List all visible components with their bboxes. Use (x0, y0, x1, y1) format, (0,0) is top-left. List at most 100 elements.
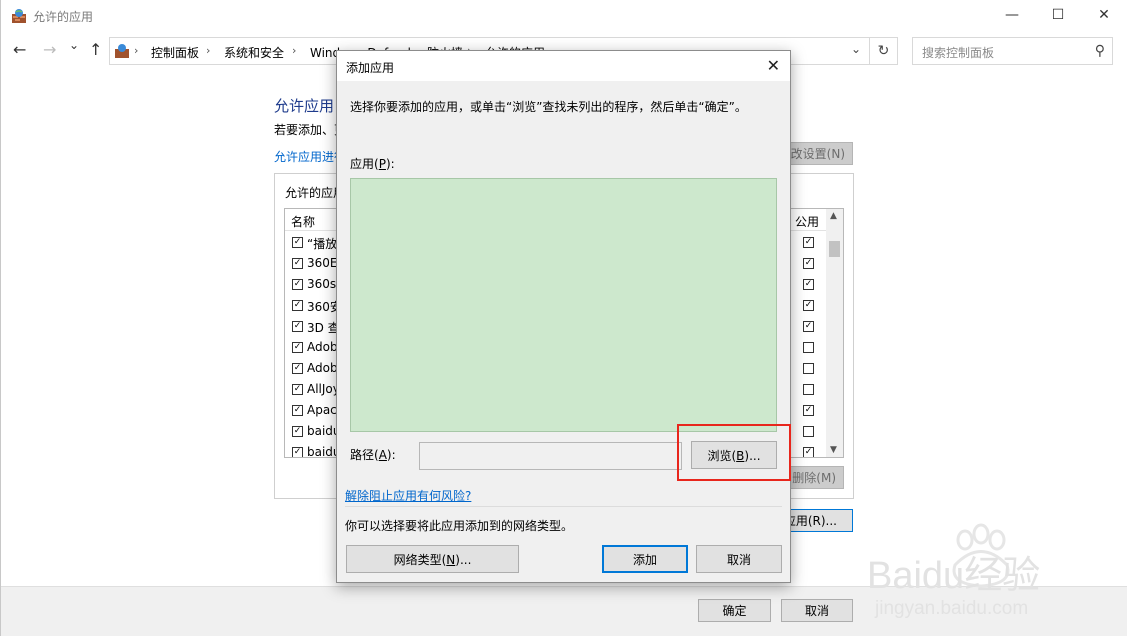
public-checkbox[interactable] (803, 384, 814, 395)
breadcrumb-system-security[interactable]: 系统和安全 (224, 44, 284, 61)
refresh-button[interactable]: ↻ (870, 37, 898, 65)
dialog-cancel-button[interactable]: 取消 (696, 545, 782, 573)
forward-arrow-icon: → (43, 40, 57, 59)
public-checkbox[interactable]: ✓ (803, 258, 814, 269)
chevron-down-icon: ⌄ (69, 38, 80, 52)
row-name: Adob (307, 340, 338, 354)
row-checkbox[interactable]: ✓ (292, 405, 303, 416)
apps-label: 应用(P): (350, 157, 395, 171)
search-box[interactable]: 搜索控制面板 ⚲ (912, 37, 1113, 65)
minimize-button[interactable]: — (989, 0, 1035, 30)
breadcrumb-separator-icon: › (292, 44, 297, 57)
path-label-text: 路径 (350, 448, 375, 462)
public-checkbox[interactable]: ✓ (803, 321, 814, 332)
network-type-label: 网络类型(N)... (393, 552, 472, 567)
control-panel-window: 允许的应用 — ☐ ✕ ← → ⌄ ↑ › 控制面板 › 系统和安全 › Win… (0, 0, 1127, 636)
firewall-app-icon (12, 9, 26, 23)
ok-label: 确定 (722, 604, 747, 618)
column-public[interactable]: 公用 (795, 213, 819, 230)
close-icon: ✕ (1098, 7, 1110, 23)
network-type-button[interactable]: 网络类型(N)... (346, 545, 519, 573)
baidu-watermark: Baidu经验 jingyan.baidu.com (863, 520, 1123, 632)
row-checkbox[interactable]: ✓ (292, 279, 303, 290)
row-checkbox[interactable]: ✓ (292, 384, 303, 395)
close-icon: ✕ (766, 56, 780, 75)
row-checkbox[interactable]: ✓ (292, 237, 303, 248)
allow-other-app-button[interactable]: 应用(R)... (781, 509, 853, 532)
row-name: 3D 查 (307, 321, 340, 335)
window-title: 允许的应用 (33, 10, 94, 24)
refresh-icon: ↻ (877, 43, 890, 59)
dialog-cancel-label: 取消 (726, 552, 751, 567)
public-checkbox[interactable] (803, 426, 814, 437)
public-checkbox[interactable]: ✓ (803, 405, 814, 416)
row-name: “播放 (307, 237, 338, 251)
row-name: AllJoy (307, 382, 340, 396)
path-label: 路径(A): (350, 448, 396, 462)
dialog-separator (345, 506, 782, 507)
list-scrollbar[interactable]: ▲ ▼ (826, 209, 843, 457)
public-checkbox[interactable]: ✓ (803, 300, 814, 311)
address-dropdown-icon[interactable]: ⌄ (851, 42, 861, 56)
apps-label-key: P (378, 157, 386, 171)
search-icon: ⚲ (1094, 43, 1105, 59)
add-button[interactable]: 添加 (602, 545, 688, 573)
network-type-label-text: 网络类型 (393, 552, 442, 567)
public-checkbox[interactable]: ✓ (803, 237, 814, 248)
row-checkbox[interactable]: ✓ (292, 342, 303, 353)
row-checkbox[interactable]: ✓ (292, 300, 303, 311)
maximize-button[interactable]: ☐ (1035, 0, 1081, 30)
public-checkbox[interactable] (803, 363, 814, 374)
back-button[interactable]: ← (13, 40, 26, 59)
search-placeholder: 搜索控制面板 (922, 46, 995, 60)
row-checkbox[interactable]: ✓ (292, 447, 303, 457)
public-checkbox[interactable]: ✓ (803, 447, 814, 457)
dialog-title-bar: 添加应用 ✕ (337, 51, 790, 81)
scroll-down-icon[interactable]: ▼ (830, 445, 837, 455)
ok-button[interactable]: 确定 (698, 599, 771, 622)
add-app-dialog: 添加应用 ✕ 选择你要添加的应用，或单击“浏览”查找未列出的程序，然后单击“确定… (336, 50, 791, 583)
allow-other-app-label: 应用(R)... (783, 514, 837, 528)
network-type-text: 你可以选择要将此应用添加到的网络类型。 (345, 519, 574, 533)
cancel-button[interactable]: 取消 (781, 599, 853, 622)
add-label: 添加 (632, 552, 657, 567)
apps-label-text: 应用 (350, 157, 375, 171)
back-arrow-icon: ← (13, 40, 27, 59)
row-checkbox[interactable]: ✓ (292, 258, 303, 269)
apps-listbox[interactable] (350, 178, 777, 432)
breadcrumb-separator-icon: › (134, 44, 139, 57)
minimize-icon: — (1005, 7, 1019, 23)
change-settings-label: 改设置(N) (790, 147, 845, 161)
column-name[interactable]: 名称 (291, 213, 315, 230)
recent-locations-button[interactable]: ⌄ (69, 38, 79, 52)
title-bar: 允许的应用 — ☐ ✕ (1, 0, 1127, 32)
row-checkbox[interactable]: ✓ (292, 321, 303, 332)
dialog-close-button[interactable]: ✕ (767, 56, 780, 75)
watermark-url: jingyan.baidu.com (875, 598, 1029, 619)
public-checkbox[interactable]: ✓ (803, 279, 814, 290)
row-checkbox[interactable]: ✓ (292, 426, 303, 437)
page-title: 允许应用 (274, 97, 335, 115)
up-arrow-icon: ↑ (89, 40, 103, 59)
public-checkbox[interactable] (803, 342, 814, 353)
scroll-thumb[interactable] (829, 241, 840, 257)
network-type-label-key: N (446, 552, 456, 567)
browse-highlight-box (677, 424, 791, 481)
breadcrumb-control-panel[interactable]: 控制面板 (151, 44, 199, 61)
up-button[interactable]: ↑ (89, 40, 102, 59)
risk-link[interactable]: 解除阻止应用有何风险? (345, 487, 471, 504)
dialog-title: 添加应用 (346, 61, 395, 75)
change-settings-button[interactable]: 改设置(N) (781, 142, 853, 165)
scroll-up-icon[interactable]: ▲ (830, 211, 837, 221)
row-checkbox[interactable]: ✓ (292, 363, 303, 374)
dialog-instruction: 选择你要添加的应用，或单击“浏览”查找未列出的程序，然后单击“确定”。 (350, 100, 747, 114)
forward-button[interactable]: → (43, 40, 56, 59)
maximize-icon: ☐ (1051, 7, 1065, 23)
remove-label: 删除(M) (792, 471, 836, 485)
watermark-brand: Baidu经验 (867, 555, 1041, 597)
row-name: Adob (307, 361, 338, 375)
path-input[interactable] (419, 442, 682, 470)
path-label-key: A (378, 448, 387, 462)
cancel-label: 取消 (804, 604, 829, 618)
close-window-button[interactable]: ✕ (1081, 0, 1127, 30)
